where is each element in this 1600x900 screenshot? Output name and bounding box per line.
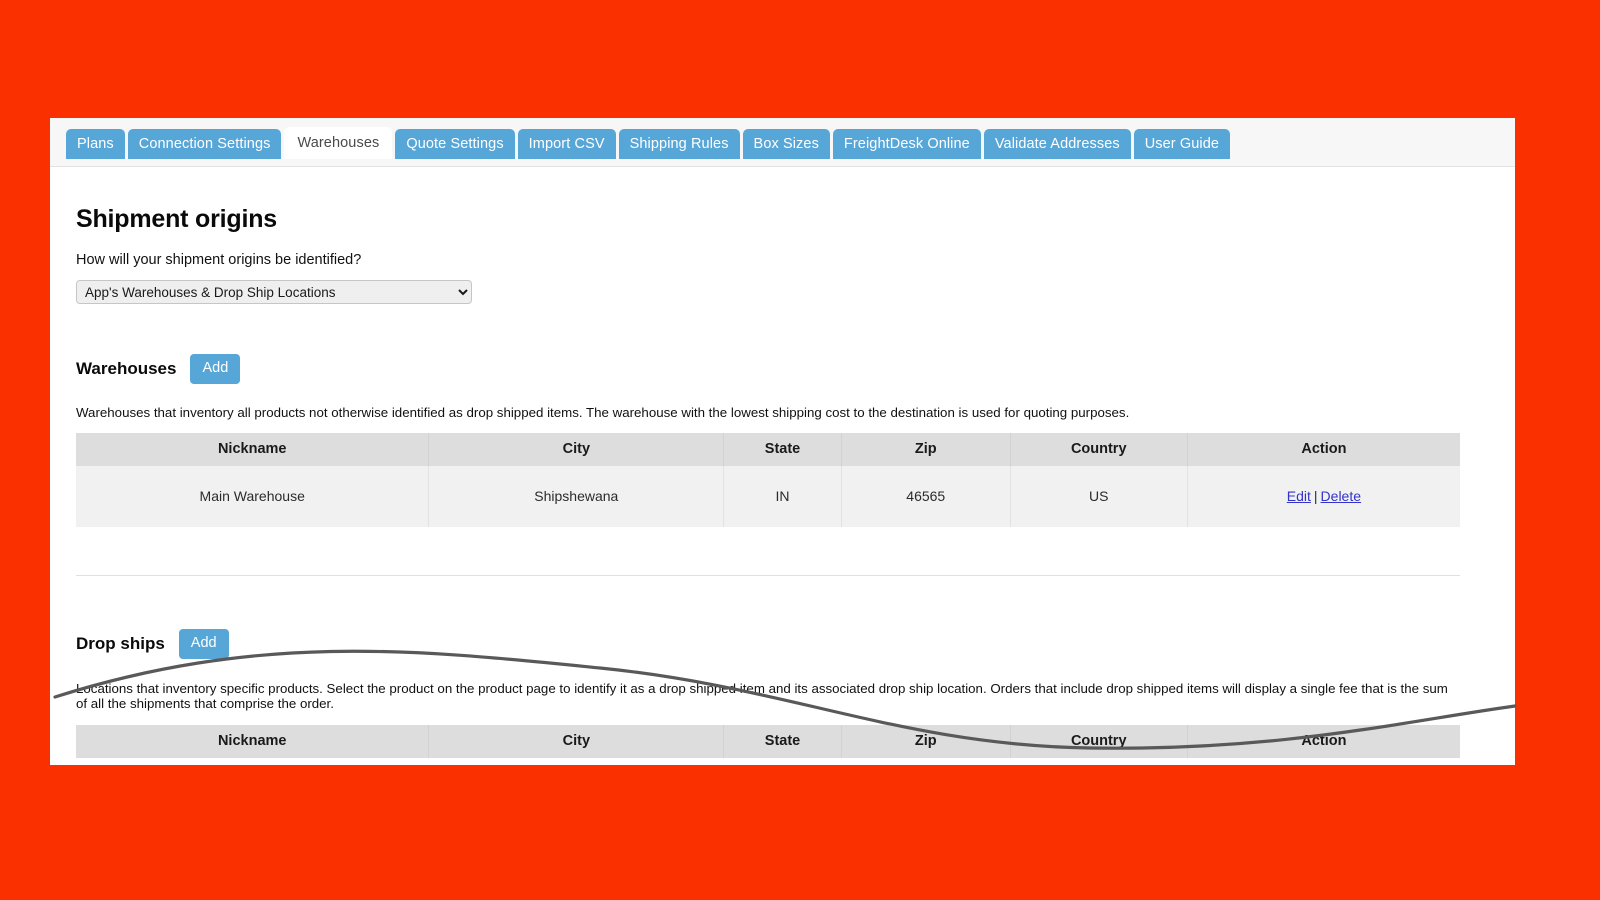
cell-state: IN [723,466,842,528]
dropships-table: Nickname City State Zip Country Action [76,725,1460,759]
settings-content: Shipment origins How will your shipment … [50,167,1515,759]
cell-country: US [1010,466,1188,528]
tab-shipping-rules[interactable]: Shipping Rules [618,129,740,159]
column-header-country: Country [1010,433,1188,467]
dropships-header: Drop ships Add [76,629,1485,659]
column-header-zip: Zip [841,725,1011,759]
add-warehouse-button[interactable]: Add [190,354,241,384]
column-header-state: State [723,433,842,467]
origin-prompt-label: How will your shipment origins be identi… [76,252,362,268]
column-header-country: Country [1010,725,1188,759]
column-header-nickname: Nickname [76,433,430,467]
dropships-description: Locations that inventory specific produc… [76,680,1448,712]
delete-link[interactable]: Delete [1321,488,1361,504]
tab-user-guide[interactable]: User Guide [1133,129,1231,159]
tab-plans[interactable]: Plans [66,129,125,159]
tab-import-csv[interactable]: Import CSV [517,129,616,159]
settings-tab-bar: Plans Connection Settings Warehouses Quo… [50,118,1515,167]
tab-validate-addresses[interactable]: Validate Addresses [983,129,1131,159]
tab-freightdesk-online[interactable]: FreightDesk Online [832,129,981,159]
cell-zip: 46565 [841,466,1011,528]
cell-action: Edit | Delete [1187,466,1460,528]
dropships-title: Drop ships [76,633,165,653]
column-header-zip: Zip [841,433,1011,467]
table-header-row: Nickname City State Zip Country Action [76,433,1460,467]
shipment-origin-select[interactable]: App's Warehouses & Drop Ship Locations [76,280,472,304]
action-separator: | [1313,488,1318,505]
edit-link[interactable]: Edit [1287,488,1311,504]
warehouses-title: Warehouses [76,358,177,378]
table-header-row: Nickname City State Zip Country Action [76,725,1460,759]
tab-connection-settings[interactable]: Connection Settings [127,129,282,159]
warehouses-table: Nickname City State Zip Country Action M… [76,433,1460,528]
warehouses-description: Warehouses that inventory all products n… [76,404,1130,420]
column-header-state: State [723,725,842,759]
tab-quote-settings[interactable]: Quote Settings [395,129,515,159]
page-title: Shipment origins [76,205,277,233]
warehouses-header: Warehouses Add [76,354,1485,384]
table-row: Main Warehouse Shipshewana IN 46565 US E… [76,466,1460,528]
tab-box-sizes[interactable]: Box Sizes [742,129,830,159]
add-dropship-button[interactable]: Add [178,629,229,659]
column-header-city: City [428,725,725,759]
section-divider [76,575,1460,577]
column-header-nickname: Nickname [76,725,430,759]
column-header-action: Action [1187,433,1460,467]
tab-warehouses[interactable]: Warehouses [284,127,393,159]
cell-nickname: Main Warehouse [76,466,430,528]
column-header-action: Action [1187,725,1460,759]
cell-city: Shipshewana [428,466,725,528]
app-page: Plans Connection Settings Warehouses Quo… [50,118,1515,765]
column-header-city: City [428,433,725,467]
